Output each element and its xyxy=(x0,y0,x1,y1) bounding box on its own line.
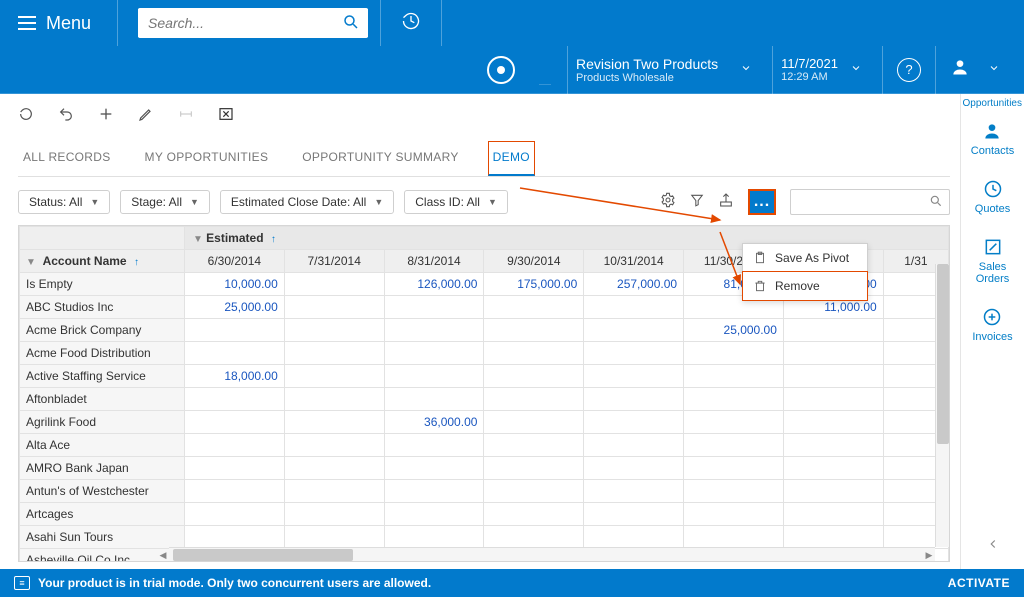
person-icon xyxy=(982,121,1002,141)
table-row[interactable]: Artcages xyxy=(20,503,949,526)
sidebar-item-contacts[interactable]: Contacts xyxy=(971,121,1014,157)
filter-status[interactable]: Status: All▼ xyxy=(18,190,110,214)
tab-my-opportunities[interactable]: MY OPPORTUNITIES xyxy=(140,141,274,176)
filters-row: Status: All▼ Stage: All▼ Estimated Close D… xyxy=(18,189,950,215)
table-row[interactable]: Antun's of Westchester xyxy=(20,480,949,503)
edit-square-icon xyxy=(983,237,1003,257)
sidebar-label: SalesOrders xyxy=(976,261,1010,285)
collapse-sidebar-icon[interactable] xyxy=(986,537,1000,555)
help-icon[interactable]: ? xyxy=(897,58,921,82)
activate-button[interactable]: ACTIVATE xyxy=(948,576,1010,590)
tenant-selector[interactable]: Revision Two Products Products Wholesale xyxy=(576,56,718,84)
footer-message: Your product is in trial mode. Only two … xyxy=(38,576,431,590)
chevron-down-icon[interactable] xyxy=(740,61,752,79)
scroll-left-icon[interactable]: ◀ xyxy=(157,549,169,561)
history-icon[interactable] xyxy=(389,11,433,36)
plus-circle-icon xyxy=(982,307,1002,327)
top-bar: Menu xyxy=(0,0,1024,46)
table-row[interactable]: Active Staffing Service18,000.00 xyxy=(20,365,949,388)
table-row[interactable]: Aftonbladet xyxy=(20,388,949,411)
sidebar-label: Invoices xyxy=(972,331,1012,343)
hamburger-icon xyxy=(18,16,36,30)
sidebar-item-quotes[interactable]: Quotes xyxy=(975,179,1010,215)
sidebar-item-sales-orders[interactable]: SalesOrders xyxy=(976,237,1010,285)
table-row[interactable]: Acme Food Distribution xyxy=(20,342,949,365)
filter-class-id[interactable]: Class ID: All▼ xyxy=(404,190,508,214)
save-as-pivot-item[interactable]: Save As Pivot xyxy=(743,244,867,272)
refresh-icon[interactable] xyxy=(18,106,34,127)
time-value: 12:29 AM xyxy=(781,71,838,83)
sidebar-item-invoices[interactable]: Invoices xyxy=(972,307,1012,343)
brand-icon xyxy=(487,56,515,84)
message-icon: ≡ xyxy=(14,576,30,590)
search-icon[interactable] xyxy=(342,13,360,36)
export-icon[interactable] xyxy=(718,192,734,213)
save-as-pivot-label: Save As Pivot xyxy=(775,251,849,265)
search-input[interactable] xyxy=(138,9,368,37)
vertical-scrollbar[interactable] xyxy=(935,264,949,547)
grid-search[interactable] xyxy=(790,189,950,215)
toolbar xyxy=(18,102,950,135)
menu-button[interactable]: Menu xyxy=(0,0,109,46)
tenant-bar: Revision Two Products Products Wholesale… xyxy=(0,46,1024,94)
date-value: 11/7/2021 xyxy=(781,56,838,71)
tabs: ALL RECORDS MY OPPORTUNITIES OPPORTUNITY S… xyxy=(18,141,950,177)
clock-icon xyxy=(983,179,1003,199)
more-actions-menu: Save As Pivot Remove xyxy=(742,243,868,301)
business-date[interactable]: 11/7/2021 12:29 AM xyxy=(781,56,838,83)
sidebar-label: Quotes xyxy=(975,203,1010,215)
trash-icon xyxy=(753,279,767,293)
table-row[interactable]: Acme Brick Company25,000.00 xyxy=(20,319,949,342)
more-actions-button[interactable]: ... xyxy=(748,189,776,215)
add-icon[interactable] xyxy=(98,106,114,127)
horizontal-scrollbar[interactable]: ◀ ▶ xyxy=(169,547,935,561)
main-content: ALL RECORDS MY OPPORTUNITIES OPPORTUNITY S… xyxy=(0,94,960,569)
filter-stage[interactable]: Stage: All▼ xyxy=(120,190,210,214)
filter-estimated-close-date[interactable]: Estimated Close Date: All▼ xyxy=(220,190,394,214)
search-icon[interactable] xyxy=(929,194,943,213)
menu-label: Menu xyxy=(46,13,91,34)
clipboard-icon xyxy=(753,251,767,265)
gear-icon[interactable] xyxy=(660,192,676,213)
excel-icon[interactable] xyxy=(218,106,234,127)
remove-label: Remove xyxy=(775,279,820,293)
divider xyxy=(441,0,442,46)
edit-icon[interactable] xyxy=(138,106,154,127)
tab-demo[interactable]: DEMO xyxy=(488,141,535,176)
table-row[interactable]: Alta Ace xyxy=(20,434,949,457)
tenant-name: Revision Two Products xyxy=(576,56,718,72)
sidebar-label: Contacts xyxy=(971,145,1014,157)
divider xyxy=(117,0,118,46)
scroll-right-icon[interactable]: ▶ xyxy=(923,549,935,561)
filter-icon[interactable] xyxy=(690,193,704,212)
right-sidebar: Opportunities Contacts Quotes SalesOrder… xyxy=(960,94,1024,569)
tenant-sub: Products Wholesale xyxy=(576,72,718,84)
divider xyxy=(380,0,381,46)
chevron-down-icon[interactable] xyxy=(988,61,1000,79)
table-row[interactable]: Agrilink Food36,000.00 xyxy=(20,411,949,434)
global-search[interactable] xyxy=(138,8,368,38)
table-row[interactable]: AMRO Bank Japan xyxy=(20,457,949,480)
undo-icon[interactable] xyxy=(58,106,74,127)
remove-item[interactable]: Remove xyxy=(742,271,868,301)
chevron-down-icon[interactable] xyxy=(850,61,862,79)
tab-all-records[interactable]: ALL RECORDS xyxy=(18,141,116,176)
footer-bar: ≡ Your product is in trial mode. Only tw… xyxy=(0,569,1024,597)
table-row[interactable]: Asahi Sun Tours xyxy=(20,526,949,549)
user-icon[interactable] xyxy=(950,57,970,82)
sidebar-item-opportunities[interactable]: Opportunities xyxy=(963,98,1023,109)
fit-icon[interactable] xyxy=(178,106,194,127)
tab-opportunity-summary[interactable]: OPPORTUNITY SUMMARY xyxy=(297,141,463,176)
